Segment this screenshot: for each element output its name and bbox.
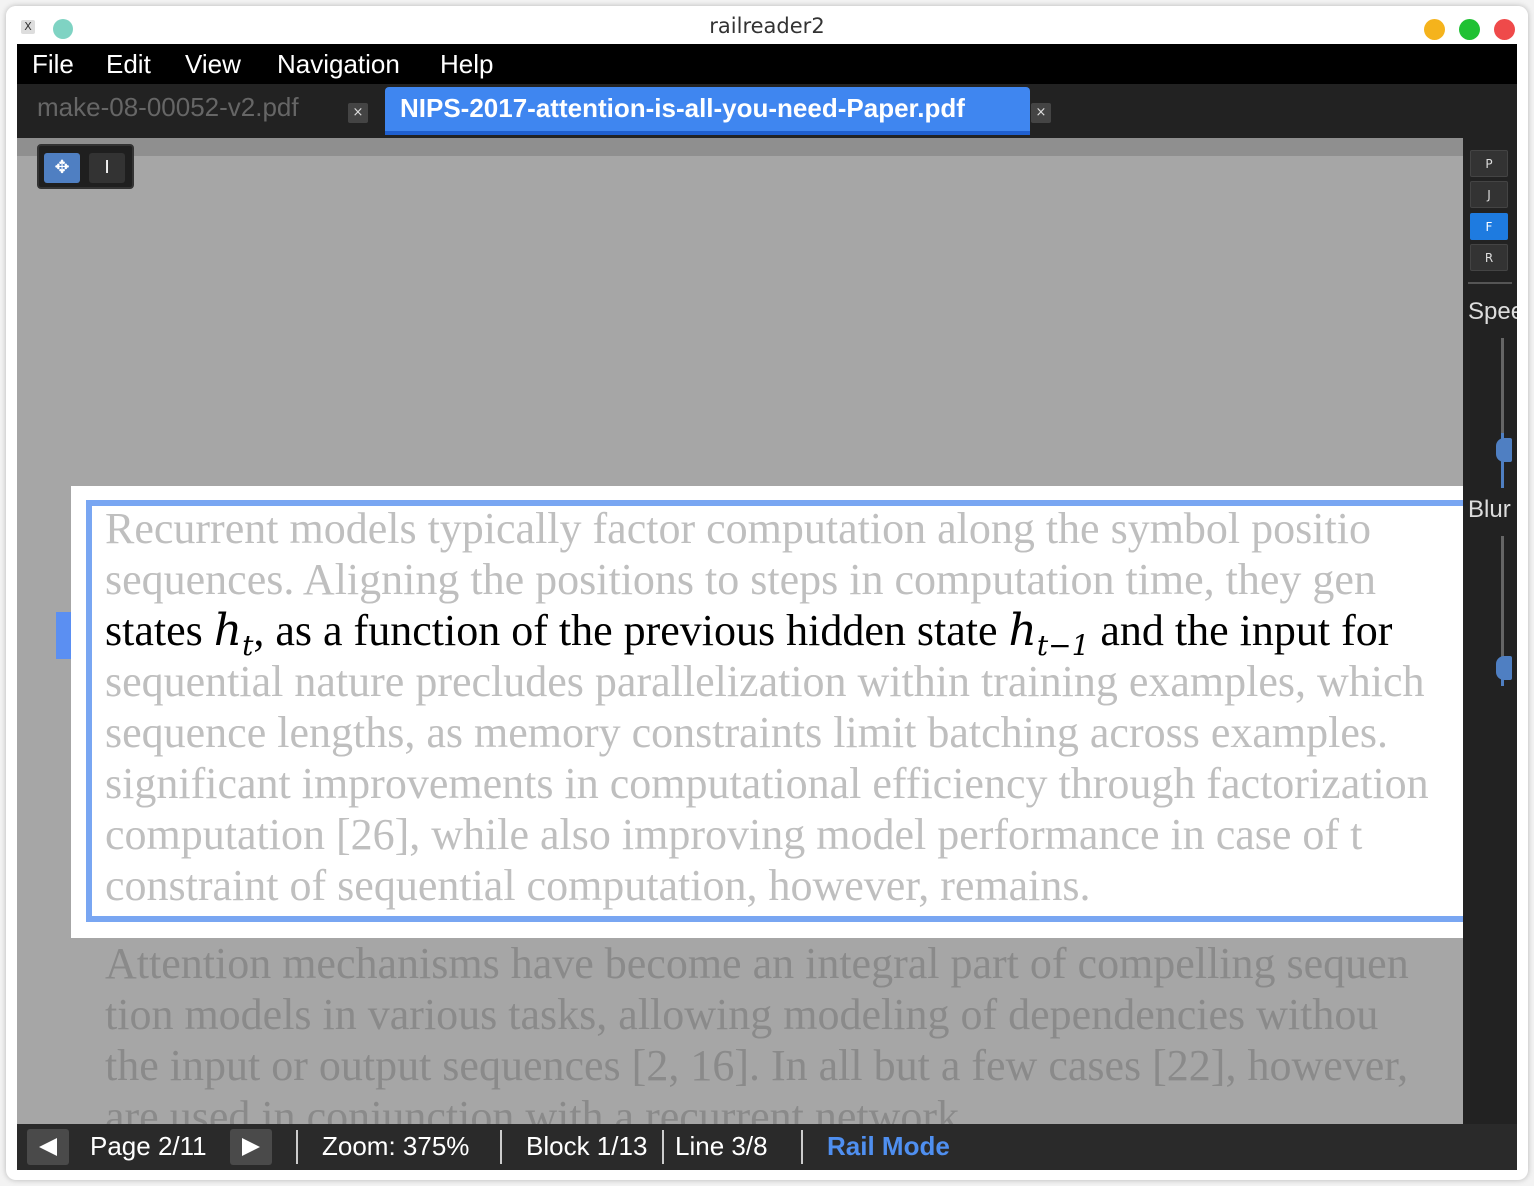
prev-page-button[interactable] (27, 1129, 69, 1165)
mode-button-p[interactable]: P (1470, 150, 1508, 177)
divider (1468, 282, 1512, 284)
divider (296, 1130, 298, 1164)
speed-label: Speed (1468, 298, 1517, 325)
window-title: railreader2 (709, 14, 825, 38)
side-panel: P J F R Speed Blur (1463, 138, 1517, 1124)
divider (801, 1130, 803, 1164)
page-gap (17, 138, 1463, 156)
status-bar: Page 2/11 Zoom: 375% Block 1/13 Line 3/8… (17, 1124, 1517, 1170)
close-window-button[interactable] (1494, 19, 1515, 40)
menu-bar: File Edit View Navigation Help (17, 44, 1517, 84)
app-window: X railreader2 File Edit View Navigation … (6, 6, 1528, 1180)
menu-view[interactable]: View (185, 49, 241, 80)
block-indicator: Block 1/13 (526, 1131, 648, 1161)
text-cursor-icon[interactable]: I (89, 153, 125, 183)
tab-close-icon[interactable]: × (348, 103, 368, 123)
tab-nips-pdf[interactable]: NIPS-2017-attention-is-all-you-need-Pape… (385, 87, 1030, 135)
mode-button-f[interactable]: F (1470, 213, 1508, 240)
next-page-button[interactable] (230, 1129, 272, 1165)
zoom-indicator: Zoom: 375% (322, 1131, 470, 1161)
next-block-line: Attention mechanisms have become an inte… (105, 939, 1409, 988)
next-block-line: the input or output sequences [2, 16]. I… (105, 1041, 1409, 1090)
triangle-left-icon (39, 1138, 57, 1156)
line-indicator: Line 3/8 (675, 1131, 768, 1161)
menu-edit[interactable]: Edit (106, 49, 151, 80)
divider (662, 1130, 664, 1164)
triangle-right-icon (242, 1138, 260, 1156)
menu-help[interactable]: Help (440, 49, 493, 80)
current-line-marker (56, 612, 71, 659)
title-bar: X railreader2 (6, 6, 1528, 46)
speed-slider-thumb[interactable] (1496, 438, 1512, 462)
divider (500, 1130, 502, 1164)
document-viewer[interactable]: ✥ I Recurrent models typically factor co… (17, 138, 1463, 1124)
current-block-highlight (86, 500, 1463, 922)
move-icon[interactable]: ✥ (44, 153, 80, 183)
menu-file[interactable]: File (32, 49, 74, 80)
page-indicator: Page 2/11 (90, 1131, 207, 1161)
tab-bar: make-08-00052-v2.pdf × NIPS-2017-attenti… (17, 84, 1517, 138)
tab-nips-label: NIPS-2017-attention-is-all-you-need-Pape… (400, 93, 965, 123)
minimize-button[interactable] (1424, 19, 1445, 40)
next-block-line: are used in conjunction with a recurrent… (105, 1092, 971, 1124)
blur-slider-thumb[interactable] (1496, 656, 1512, 680)
tab-close-icon[interactable]: × (1031, 103, 1051, 123)
mode-button-r[interactable]: R (1470, 244, 1508, 271)
menu-navigation[interactable]: Navigation (277, 49, 400, 80)
maximize-button[interactable] (1459, 19, 1480, 40)
mode-button-j[interactable]: J (1470, 181, 1508, 208)
tab-make-pdf[interactable]: make-08-00052-v2.pdf (37, 92, 299, 123)
rail-mode-indicator[interactable]: Rail Mode (827, 1131, 950, 1162)
tool-group: ✥ I (37, 144, 134, 189)
blur-label: Blur (1468, 496, 1511, 523)
next-block-line: tion models in various tasks, allowing m… (105, 990, 1379, 1039)
